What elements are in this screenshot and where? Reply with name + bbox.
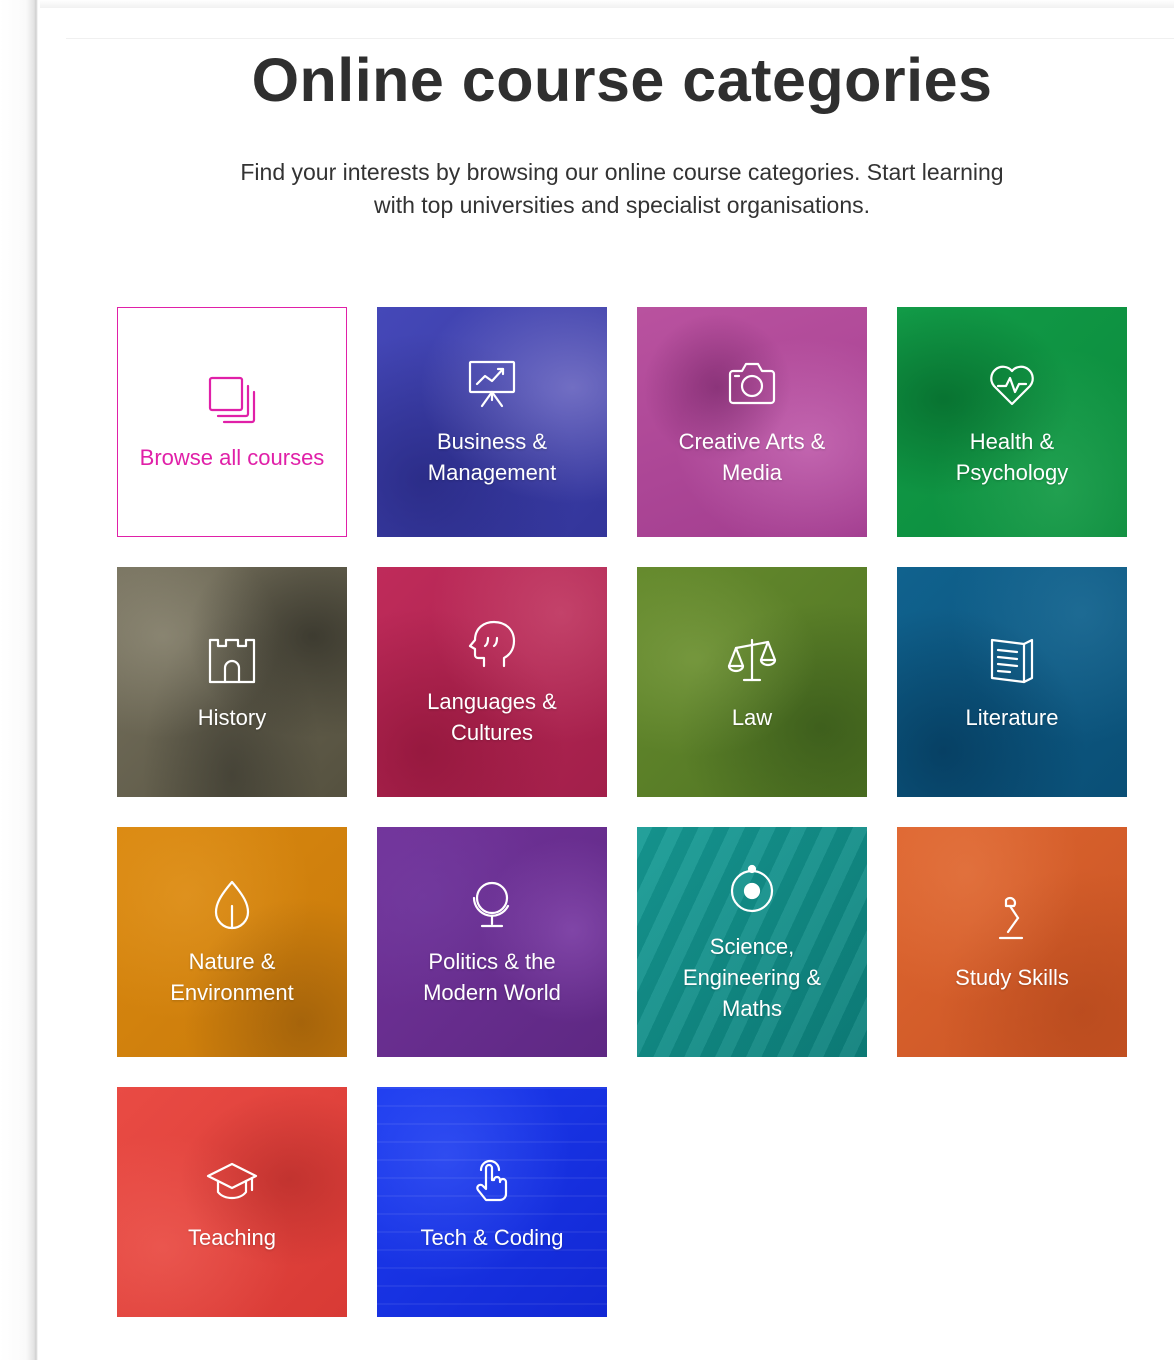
tile-label: Teaching <box>187 1224 277 1250</box>
tile-label: Business & Management <box>427 429 557 485</box>
desk-lamp-icon <box>998 896 1024 939</box>
page-intro: Find your interests by browsing our onli… <box>240 159 1004 218</box>
camera-icon <box>728 362 776 405</box>
tile-law[interactable]: Law <box>637 567 867 797</box>
graduation-cap-icon <box>206 1162 258 1199</box>
globe-icon <box>472 881 510 928</box>
tile-science-engineering-maths[interactable]: Science, Engineering & Maths <box>637 827 867 1057</box>
presentation-board-icon <box>468 360 516 408</box>
heartbeat-icon <box>990 365 1034 406</box>
orbit-icon <box>730 864 774 912</box>
tile-languages-cultures[interactable]: Languages & Cultures <box>377 567 607 797</box>
tile-business-management[interactable]: Business & Management <box>377 307 607 537</box>
tile-label: Law <box>731 704 773 730</box>
book-icon <box>990 638 1034 683</box>
tile-label: History <box>197 704 267 730</box>
window-left-edge <box>0 0 40 1360</box>
tile-browse-all-courses[interactable]: Browse all courses <box>117 307 347 537</box>
tile-label: Tech & Coding <box>420 1224 564 1250</box>
tile-label: Languages & Cultures <box>427 689 557 745</box>
touch-hand-icon <box>476 1159 508 1201</box>
tile-label: Nature & Environment <box>170 949 294 1005</box>
tile-history[interactable]: History <box>117 567 347 797</box>
window-top-edge <box>40 0 1174 8</box>
tile-nature-environment[interactable]: Nature & Environment <box>117 827 347 1057</box>
leaf-icon <box>214 880 250 930</box>
castle-icon <box>208 638 256 683</box>
tile-politics-modern-world[interactable]: Politics & the Modern World <box>377 827 607 1057</box>
page-title: Online course categories <box>251 46 993 114</box>
tile-label: Science, Engineering & Maths <box>682 933 822 1021</box>
tile-literature[interactable]: Literature <box>897 567 1127 797</box>
tile-creative-arts-media[interactable]: Creative Arts & Media <box>637 307 867 537</box>
tile-teaching[interactable]: Teaching <box>117 1087 347 1317</box>
tile-tech-coding[interactable]: Tech & Coding <box>377 1087 607 1317</box>
tile-study-skills[interactable]: Study Skills <box>897 827 1127 1057</box>
tile-label: Politics & the Modern World <box>423 949 561 1005</box>
tile-label: Literature <box>965 704 1059 730</box>
speaking-head-icon <box>468 620 516 668</box>
tile-health-psychology[interactable]: Health & Psychology <box>897 307 1127 537</box>
scales-icon <box>727 638 777 681</box>
tile-label: Browse all courses <box>139 444 325 470</box>
tile-label: Health & Psychology <box>955 429 1069 485</box>
stacked-squares-icon <box>208 376 256 423</box>
tile-label: Study Skills <box>955 964 1069 990</box>
tile-label: Creative Arts & Media <box>678 429 826 485</box>
